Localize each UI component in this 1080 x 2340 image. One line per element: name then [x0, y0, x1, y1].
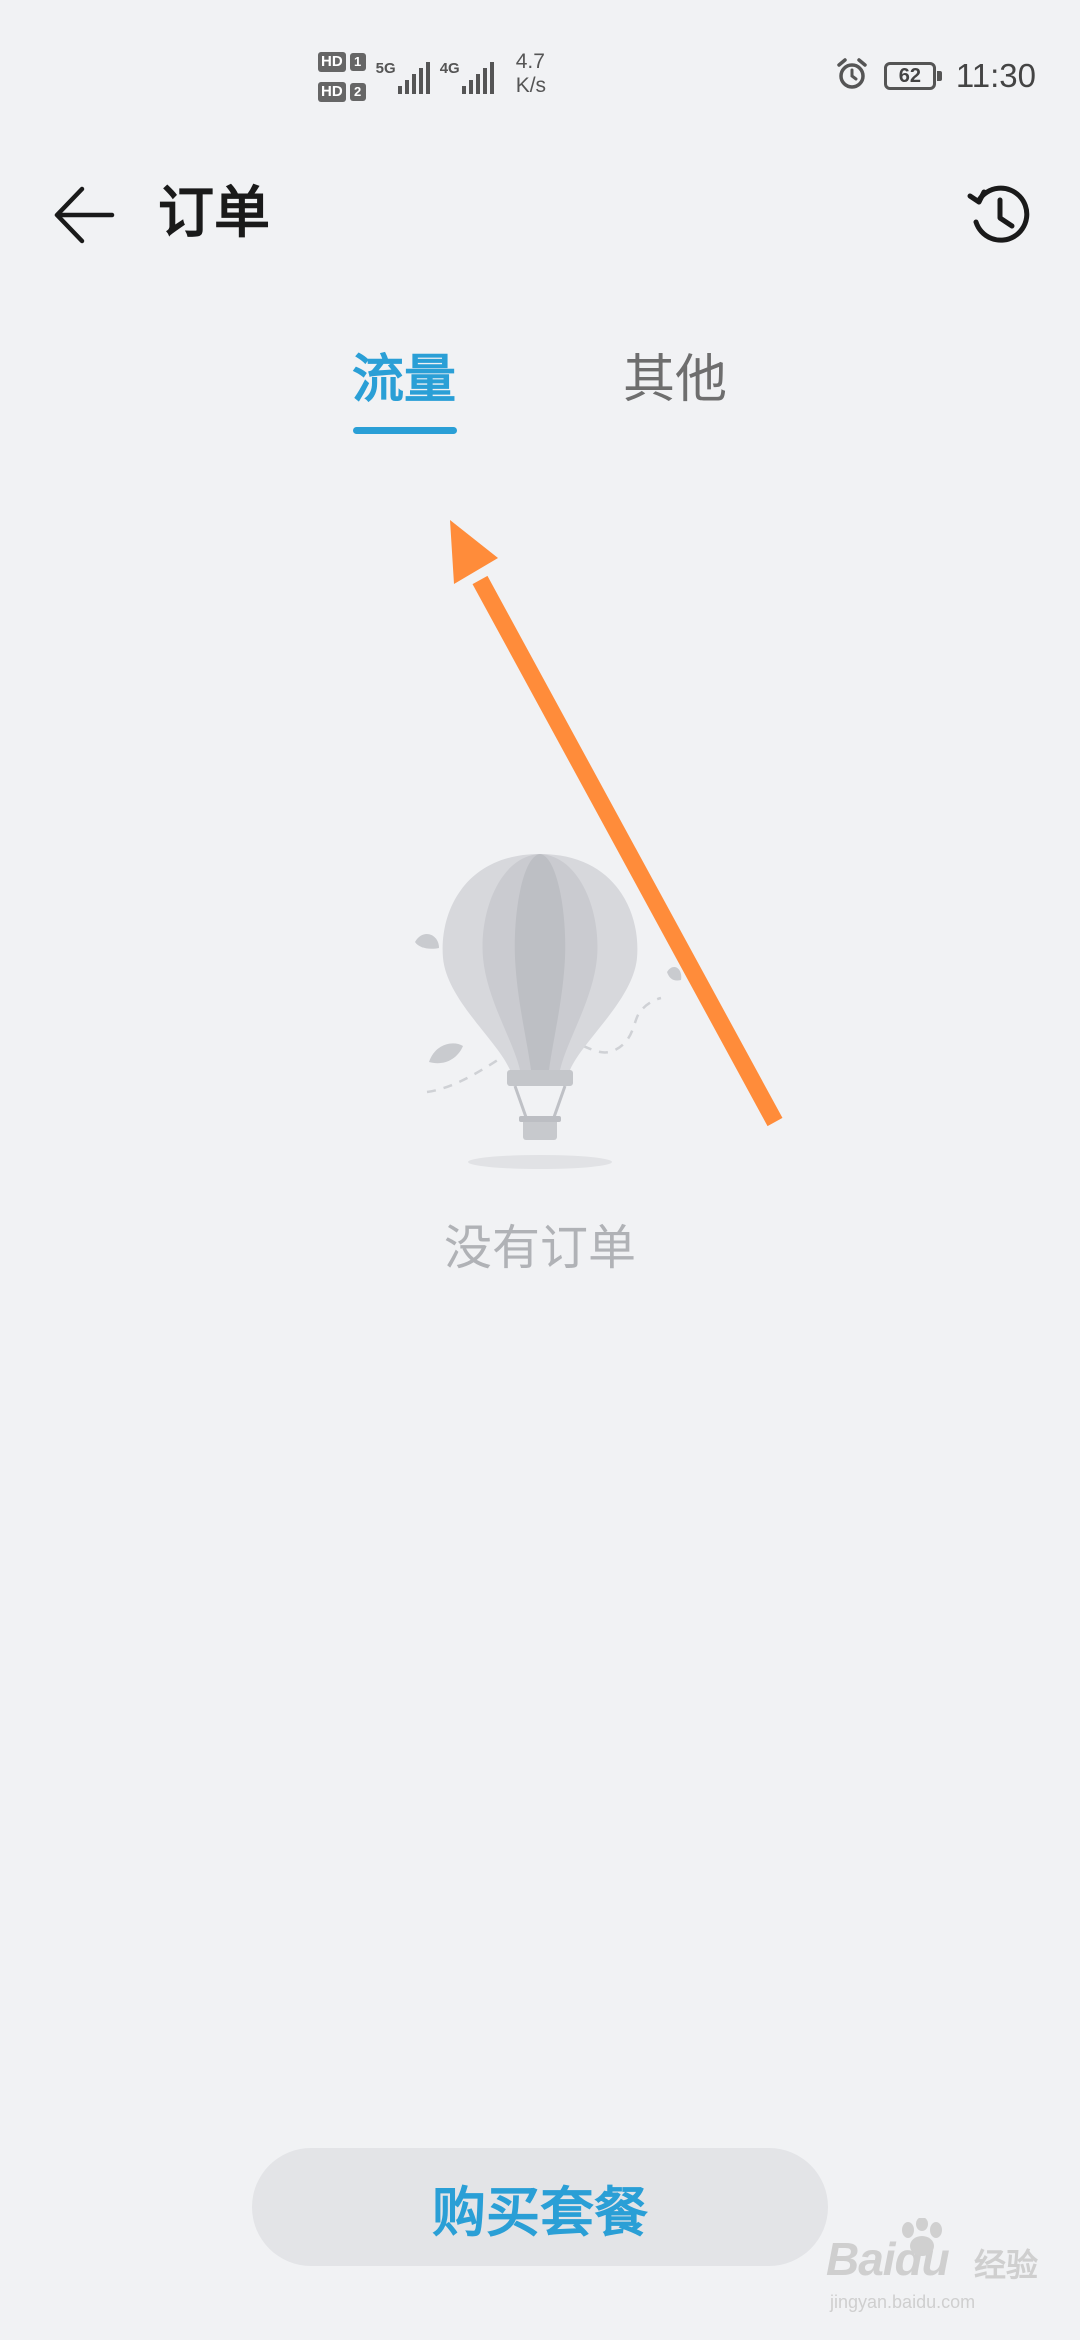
speed-unit: K/s — [515, 74, 547, 97]
alarm-icon — [834, 56, 870, 96]
buy-package-button[interactable]: 购买套餐 — [252, 2148, 828, 2266]
sim1-number: 1 — [349, 53, 366, 71]
network-type-1: 5G — [375, 60, 396, 77]
empty-state-message: 没有订单 — [443, 1220, 636, 1276]
baidu-watermark: Baidu 经验 jingyan.baidu.com — [826, 2218, 1056, 2328]
history-clock-icon — [967, 185, 1030, 243]
app-header: 订单 — [0, 160, 1080, 270]
hd-badge: HD — [318, 52, 346, 72]
tab-other[interactable]: 其他 — [623, 348, 727, 412]
paw-icon — [902, 2218, 942, 2256]
tab-active-indicator — [353, 427, 457, 434]
empty-state-illustration — [415, 854, 682, 1169]
arrow-left-icon — [54, 186, 115, 244]
watermark-brand-cn: 经验 — [974, 2246, 1039, 2284]
status-right: 62 11:30 — [834, 56, 1036, 96]
signal-icon — [397, 60, 430, 94]
signal-icon — [461, 60, 494, 94]
sim1-indicator: HD 1 — [318, 50, 366, 74]
watermark-url: jingyan.baidu.com — [830, 2292, 976, 2312]
network-speed: 4.7 K/s — [516, 50, 546, 98]
sim2-indicator: HD 2 — [318, 80, 366, 104]
signal-group-2: 4G — [440, 50, 494, 94]
battery-level: 62 — [898, 65, 921, 87]
sim-indicators: HD 1 HD 2 — [318, 50, 366, 104]
history-button[interactable] — [960, 176, 1040, 256]
status-bar: HD 1 HD 2 5G 4G 4.7 K/s 62 11:30 — [0, 0, 1080, 120]
sim2-number: 2 — [349, 83, 366, 101]
hd-badge: HD — [318, 82, 346, 102]
tab-bar: 流量 其他 — [0, 340, 1080, 440]
network-type-2: 4G — [439, 60, 460, 77]
signal-group-1: 5G — [376, 50, 430, 94]
page-title: 订单 — [158, 181, 270, 246]
network-status: HD 1 HD 2 5G 4G 4.7 K/s — [318, 50, 546, 104]
tab-data[interactable]: 流量 — [352, 348, 456, 412]
speed-value: 4.7 — [515, 50, 545, 73]
battery-icon: 62 — [883, 62, 942, 90]
back-button[interactable] — [44, 180, 124, 250]
clock: 11:30 — [955, 57, 1036, 94]
